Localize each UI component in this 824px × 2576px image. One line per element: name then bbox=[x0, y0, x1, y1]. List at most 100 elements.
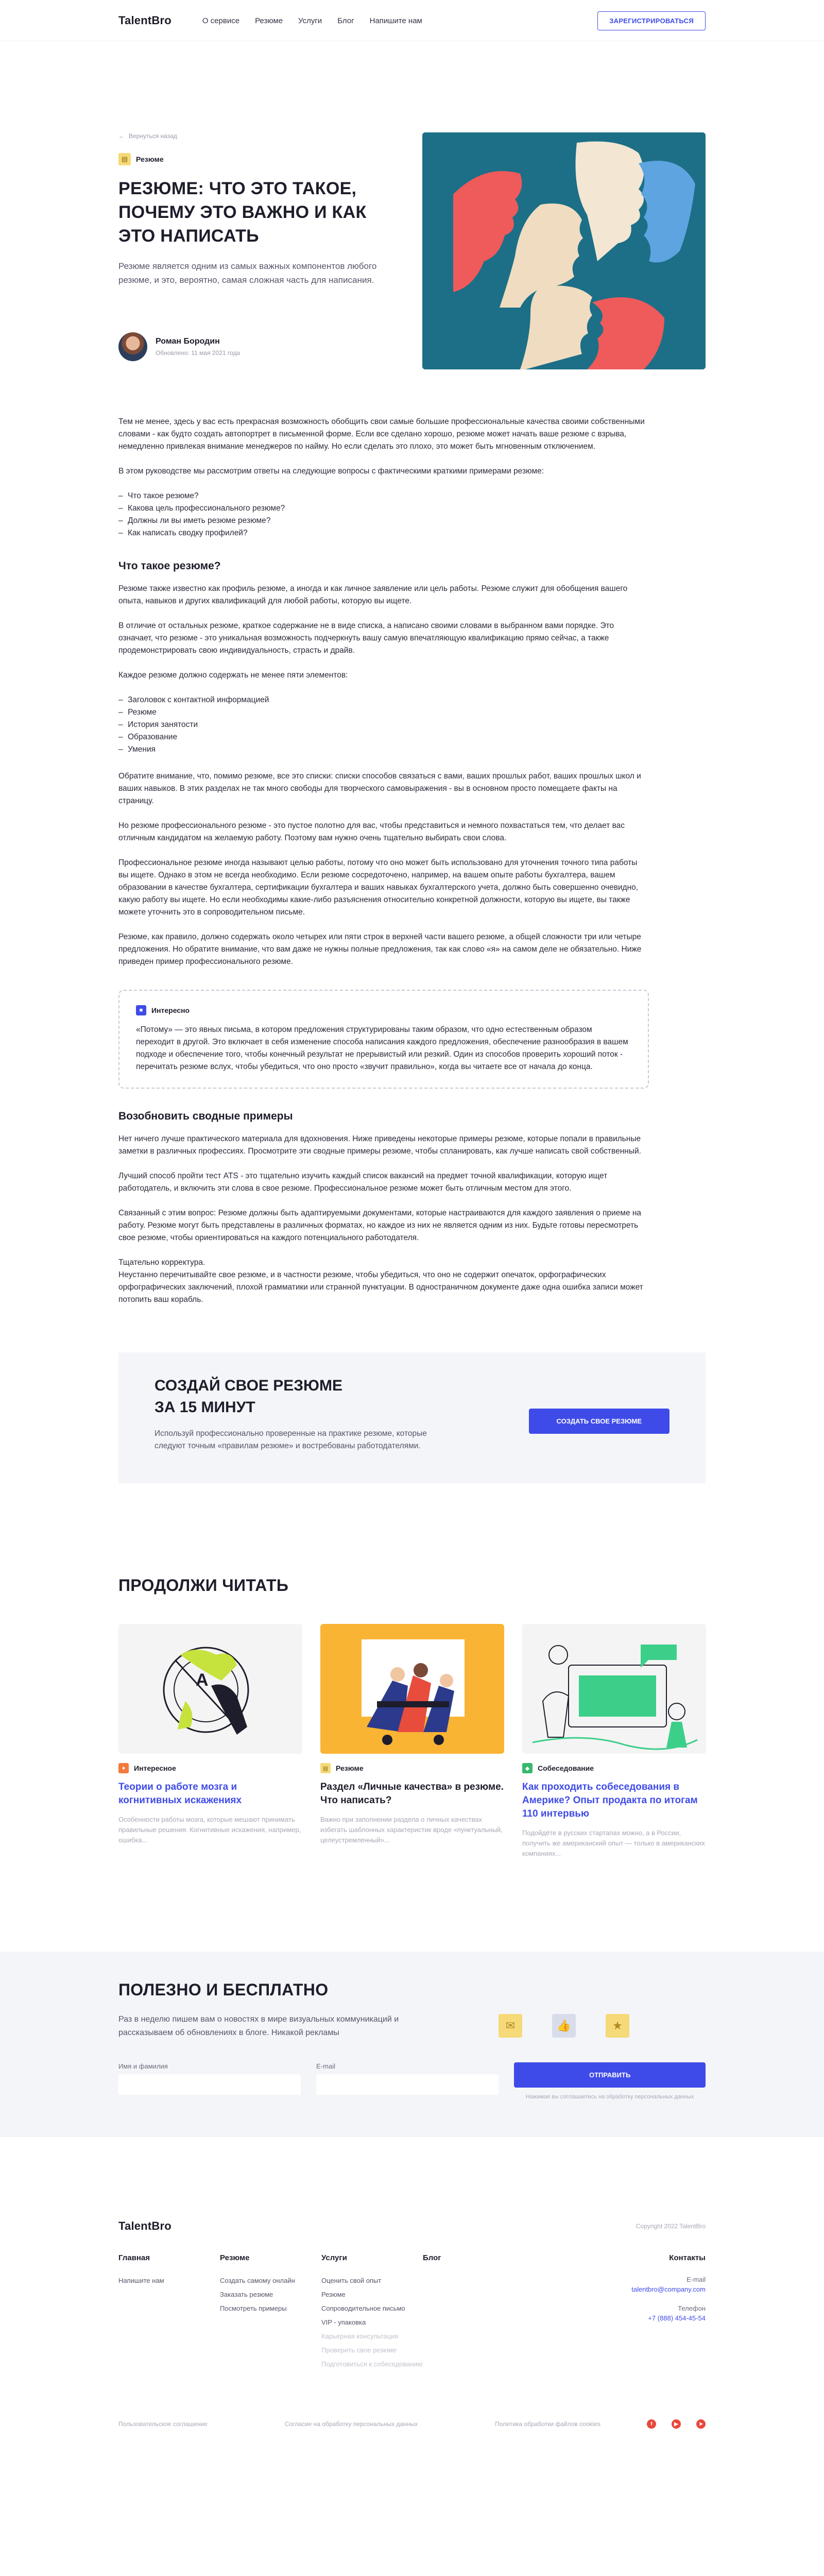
footer-link-disabled: Карьерная консультация bbox=[321, 2332, 399, 2340]
back-link[interactable]: ← Вернуться назад bbox=[118, 132, 407, 140]
chat-icon: ◆ bbox=[522, 1763, 533, 1773]
footer-columns: Главная Напишите нам Резюме Создать само… bbox=[118, 2253, 706, 2373]
card-description: Подойдёте в русских стартапах можно, а в… bbox=[522, 1829, 705, 1857]
privacy-link[interactable]: Согласие на обработку персональных данны… bbox=[285, 2420, 418, 2428]
contacts-block: Контакты E-mail talentbro@company.com Те… bbox=[603, 2253, 706, 2373]
submit-button[interactable]: ОТПРАВИТЬ bbox=[514, 2062, 706, 2088]
signup-button[interactable]: ЗАРЕГИСТРИРОВАТЬСЯ bbox=[597, 11, 706, 30]
logo[interactable]: TalentBro bbox=[118, 14, 171, 27]
team-illustration bbox=[320, 1624, 504, 1754]
phone-link[interactable]: +7 (888) 454-45-54 bbox=[603, 2314, 706, 2322]
footer-link[interactable]: Сопроводительное письмо bbox=[321, 2303, 423, 2314]
email-label: E-mail bbox=[686, 2276, 706, 2283]
newsletter-section: ПОЛЕЗНО И БЕСПЛАТНО Раз в неделю пишем в… bbox=[0, 1952, 824, 2137]
article-card[interactable]: A ● Интересное Теории о работе мозга и к… bbox=[118, 1624, 302, 1859]
name-input[interactable] bbox=[118, 2074, 301, 2095]
footer-heading[interactable]: Резюме bbox=[220, 2253, 321, 2262]
paragraph-lead: Тщательно корректура. bbox=[118, 1258, 205, 1267]
paragraph: Связанный с этим вопрос: Резюме должны б… bbox=[118, 1209, 642, 1242]
footer-link-disabled: Проверить свое резюме bbox=[321, 2346, 397, 2354]
footer-link[interactable]: Посмотреть примеры bbox=[220, 2303, 321, 2314]
hero-section: ← Вернуться назад ▤ Резюме РЕЗЮМЕ: ЧТО Э… bbox=[0, 41, 824, 393]
footer-link[interactable]: Резюме bbox=[321, 2290, 423, 2300]
article-card[interactable]: ▤ Резюме Раздел «Личные качества» в резю… bbox=[320, 1624, 504, 1859]
hero-category[interactable]: ▤ Резюме bbox=[118, 153, 407, 165]
list-item: Умения bbox=[118, 743, 649, 756]
footer-link[interactable]: Напишите нам bbox=[118, 2276, 220, 2286]
card-category: Интересное bbox=[134, 1764, 176, 1772]
list-item: Должны ли вы иметь резюме резюме? bbox=[118, 515, 649, 527]
hero-text: ← Вернуться назад ▤ Резюме РЕЗЮМЕ: ЧТО Э… bbox=[118, 132, 407, 369]
paragraph: Но резюме профессионального резюме - это… bbox=[118, 821, 625, 842]
footer-bottom: Пользовательское соглашение Согласие на … bbox=[118, 2419, 706, 2429]
avatar bbox=[118, 332, 147, 361]
page-lead: Резюме является одним из самых важных ко… bbox=[118, 261, 377, 285]
footer-link[interactable]: Оценить свой опыт bbox=[321, 2276, 423, 2286]
section-heading: Что такое резюме? bbox=[118, 560, 221, 572]
card-title[interactable]: Раздел «Личные качества» в резюме. Что н… bbox=[320, 1781, 504, 1807]
card-image bbox=[522, 1624, 706, 1754]
envelope-icon: ✉ bbox=[499, 2014, 522, 2038]
footer-link[interactable]: Создать самому онлайн bbox=[220, 2276, 321, 2286]
author-block: Роман Бородин Обновлено: 11 мая 2021 год… bbox=[118, 332, 407, 361]
list-item: Как написать сводку профилей? bbox=[118, 527, 649, 539]
star-icon: ★ bbox=[606, 2014, 629, 2038]
read-more-section: ПРОДОЛЖИ ЧИТАТЬ A ● Интересное Теории о … bbox=[118, 1576, 706, 1859]
card-title[interactable]: Теории о работе мозга и когнитивных иска… bbox=[118, 1781, 302, 1807]
newsletter-icons: ✉ 👍 ★ bbox=[499, 2014, 629, 2038]
article-card[interactable]: ◆ Собеседование Как проходить собеседова… bbox=[522, 1624, 706, 1859]
nav-contact[interactable]: Напишите нам bbox=[370, 16, 422, 25]
site-header: TalentBro О сервисе Резюме Услуги Блог Н… bbox=[0, 0, 824, 41]
document-icon: ▤ bbox=[118, 153, 131, 165]
footer-heading[interactable]: Блог bbox=[423, 2253, 524, 2262]
thumbs-up-icon: 👍 bbox=[552, 2014, 576, 2038]
callout-text: «Потому» — это явных письма, в котором п… bbox=[136, 1025, 628, 1071]
cta-title: СОЗДАЙ СВОЕ РЕЗЮМЕ ЗА 15 МИНУТ bbox=[154, 1375, 443, 1418]
phone-label: Телефон bbox=[678, 2304, 706, 2312]
list-item: Заголовок с контактной информацией bbox=[118, 694, 649, 706]
terms-link[interactable]: Пользовательское соглашение bbox=[118, 2420, 208, 2428]
consent-note: Нажимая вы соглашаетесь на обработку пер… bbox=[525, 2094, 694, 2100]
card-category: Резюме bbox=[336, 1764, 364, 1772]
paragraph: Резюме, как правило, должно содержать ок… bbox=[118, 933, 642, 966]
lightbulb-icon: ● bbox=[118, 1763, 129, 1773]
paragraph: Лучший способ пройти тест ATS - это тщат… bbox=[118, 1172, 608, 1193]
create-resume-button[interactable]: СОЗДАТЬ СВОЕ РЕЗЮМЕ bbox=[528, 1409, 670, 1434]
footer-link[interactable]: VIP - упаковка bbox=[321, 2317, 423, 2328]
callout-label: Интересно bbox=[151, 1006, 190, 1014]
questions-list: Что такое резюме? Какова цель профессион… bbox=[118, 490, 649, 539]
paragraph: Тщательно корректура. Неустанно перечиты… bbox=[118, 1257, 649, 1306]
footer-logo[interactable]: TalentBro bbox=[118, 2219, 171, 2233]
footer-heading[interactable]: Услуги bbox=[321, 2253, 423, 2262]
facebook-icon[interactable]: f bbox=[647, 2419, 656, 2429]
telegram-icon[interactable]: ➤ bbox=[696, 2419, 706, 2429]
footer-heading: Контакты bbox=[669, 2253, 706, 2262]
email-input[interactable] bbox=[316, 2074, 499, 2095]
card-description: Особенности работы мозга, которые мешают… bbox=[118, 1816, 301, 1844]
paragraph-body: Неустанно перечитывайте свое резюме, и в… bbox=[118, 1270, 643, 1304]
nav-blog[interactable]: Блог bbox=[337, 16, 354, 25]
card-list: A ● Интересное Теории о работе мозга и к… bbox=[118, 1624, 706, 1859]
cta-text: Используй профессионально проверенные на… bbox=[154, 1429, 427, 1450]
nav-services[interactable]: Услуги bbox=[298, 16, 322, 25]
cookies-link[interactable]: Политика обработки файлов cookies bbox=[495, 2420, 600, 2428]
cta-banner: СОЗДАЙ СВОЕ РЕЗЮМЕ ЗА 15 МИНУТ Используй… bbox=[118, 1352, 706, 1483]
paragraph: Обратите внимание, что, помимо резюме, в… bbox=[118, 772, 641, 805]
cta-title-line: ЗА 15 МИНУТ bbox=[154, 1399, 255, 1416]
card-title[interactable]: Как проходить собеседования в Америке? О… bbox=[522, 1781, 706, 1821]
interview-illustration bbox=[522, 1624, 706, 1754]
publish-date: Обновлено: 11 мая 2021 года bbox=[156, 349, 241, 357]
email-link[interactable]: talentbro@company.com bbox=[603, 2285, 706, 2293]
back-link-label: Вернуться назад bbox=[129, 132, 177, 140]
hero-category-label: Резюме bbox=[136, 155, 164, 163]
profiles-illustration bbox=[422, 132, 706, 369]
nav-resume[interactable]: Резюме bbox=[255, 16, 283, 25]
author-name: Роман Бородин bbox=[156, 337, 220, 346]
nav-about[interactable]: О сервисе bbox=[202, 16, 239, 25]
youtube-icon[interactable]: ▶ bbox=[672, 2419, 681, 2429]
paragraph: В отличие от остальных резюме, краткое с… bbox=[118, 621, 614, 655]
card-image bbox=[320, 1624, 504, 1754]
footer-heading[interactable]: Главная bbox=[118, 2253, 220, 2262]
footer-link[interactable]: Заказать резюме bbox=[220, 2290, 321, 2300]
newsletter-text: Раз в неделю пишем вам о новостях в мире… bbox=[118, 2015, 399, 2037]
